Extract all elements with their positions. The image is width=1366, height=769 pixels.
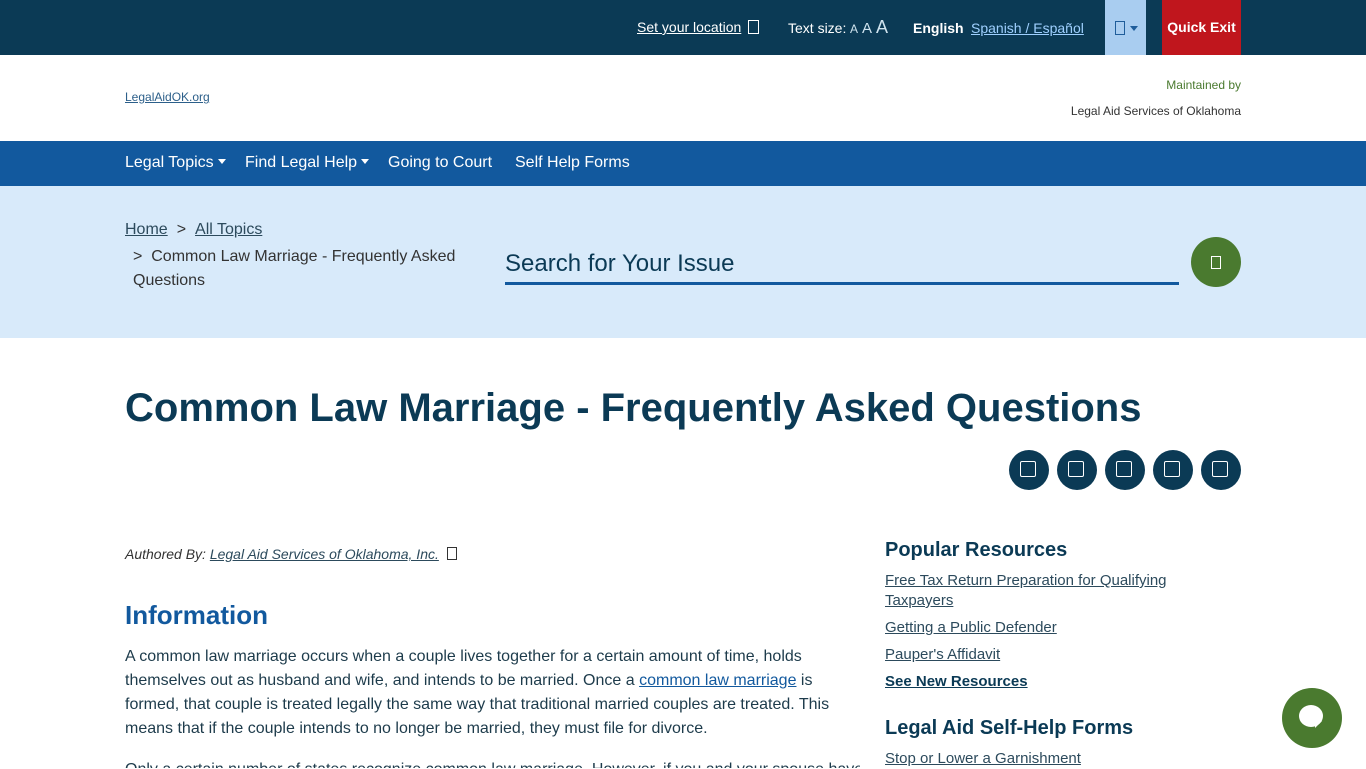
breadcrumb-current: > Common Law Marriage - Frequently Asked… [133,245,473,293]
share-button-5[interactable] [1201,450,1241,490]
breadcrumb-home[interactable]: Home [125,221,168,238]
text-size-small-button[interactable]: A [850,22,858,36]
utility-bar: Set your location Text size: A A A Engli… [0,0,1366,55]
location-icon [748,20,760,34]
external-link-icon [446,547,457,560]
share-icon [1068,461,1084,477]
share-icon [1164,461,1180,477]
breadcrumb-all-topics[interactable]: All Topics [195,221,262,238]
see-new-resources-link[interactable]: See New Resources [885,673,1028,690]
breadcrumb-separator: > [133,248,143,265]
share-button-4[interactable] [1153,450,1193,490]
quick-exit-button[interactable]: Quick Exit [1162,0,1241,55]
accessibility-icon [1115,21,1125,35]
authored-by-label: Authored By: [125,546,206,562]
common-law-marriage-link[interactable]: common law marriage [639,672,796,689]
maintained-by-label: Maintained by [1166,78,1241,92]
nav-find-legal-help[interactable]: Find Legal Help [245,154,370,172]
author-link[interactable]: Legal Aid Services of Oklahoma, Inc. [210,546,439,562]
popular-resource-link[interactable]: Free Tax Return Preparation for Qualifyi… [885,571,1215,611]
chat-bubble-tail [1315,721,1322,728]
paragraph: A common law marriage occurs when a coup… [125,645,860,741]
set-location-label: Set your location [637,19,742,35]
self-help-form-link[interactable]: Stop or Lower a Garnishment [885,749,1215,769]
breadcrumb-current-label: Common Law Marriage - Frequently Asked Q… [133,248,456,289]
chevron-down-icon [361,159,370,164]
text-size-label: Text size: [788,20,847,36]
nav-going-to-court[interactable]: Going to Court [388,154,492,172]
share-button-3[interactable] [1105,450,1145,490]
paragraph: Only a certain number of states recogniz… [125,758,860,768]
search-button[interactable] [1191,237,1241,287]
nav-self-help-forms[interactable]: Self Help Forms [515,154,630,172]
popular-resource-link[interactable]: Pauper's Affidavit [885,645,1215,665]
nav-legal-topics-label: Legal Topics [125,154,214,171]
share-icon [1212,461,1228,477]
language-english: English [913,20,964,36]
popular-resource-link[interactable]: Getting a Public Defender [885,618,1215,638]
section-heading: Information [125,600,268,630]
popular-resources-heading: Popular Resources [885,539,1068,561]
share-button-1[interactable] [1009,450,1049,490]
chevron-down-icon [217,159,226,164]
self-help-forms-heading: Legal Aid Self-Help Forms [885,717,1134,739]
nav-legal-topics[interactable]: Legal Topics [125,154,226,172]
site-logo[interactable]: LegalAidOK.org [125,90,210,104]
set-location-link[interactable]: Set your location [637,19,760,35]
share-icon [1116,461,1132,477]
search-input[interactable] [505,246,1179,285]
search-icon [1211,256,1221,269]
text-size-medium-button[interactable]: A [862,20,872,37]
text-size-large-button[interactable]: A [876,17,888,38]
accessibility-dropdown-button[interactable] [1105,0,1146,55]
share-icon [1020,461,1036,477]
maintainer-logo[interactable]: Legal Aid Services of Oklahoma [1071,104,1241,118]
page-title: Common Law Marriage - Frequently Asked Q… [125,386,1142,430]
main-nav: Legal Topics Find Legal Help Going to Co… [0,141,1366,186]
breadcrumb: Home > All Topics [125,221,262,239]
author-line: Authored By: Legal Aid Services of Oklah… [125,546,457,562]
language-spanish-link[interactable]: Spanish / Español [971,20,1084,36]
breadcrumb-separator: > [176,221,187,238]
chevron-down-icon [1130,26,1138,31]
chat-button[interactable] [1282,688,1342,748]
nav-find-legal-help-label: Find Legal Help [245,154,358,171]
share-button-2[interactable] [1057,450,1097,490]
